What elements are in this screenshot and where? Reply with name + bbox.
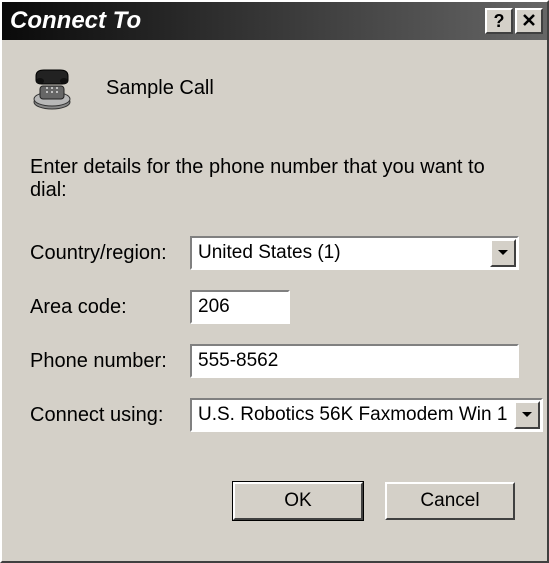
country-label: Country/region: bbox=[30, 242, 190, 265]
phone-icon bbox=[30, 64, 86, 112]
connection-name: Sample Call bbox=[106, 77, 214, 100]
close-icon bbox=[522, 11, 536, 32]
ok-button[interactable]: OK bbox=[233, 482, 363, 520]
dialog-window: Connect To ? bbox=[0, 0, 549, 563]
help-icon: ? bbox=[494, 11, 505, 32]
phone-row: Phone number: bbox=[30, 344, 519, 378]
phone-label: Phone number: bbox=[30, 350, 190, 373]
button-row: OK Cancel bbox=[30, 482, 519, 520]
cancel-button[interactable]: Cancel bbox=[385, 482, 515, 520]
chevron-down-icon bbox=[521, 406, 533, 424]
connect-label: Connect using: bbox=[30, 404, 190, 427]
area-row: Area code: bbox=[30, 290, 519, 324]
country-select[interactable]: United States (1) bbox=[190, 236, 519, 270]
area-code-input[interactable] bbox=[190, 290, 290, 324]
country-dropdown-button[interactable] bbox=[490, 239, 516, 267]
connection-header: Sample Call bbox=[30, 64, 519, 112]
connect-dropdown-button[interactable] bbox=[514, 401, 540, 429]
phone-number-input[interactable] bbox=[190, 344, 519, 378]
instruction-text: Enter details for the phone number that … bbox=[30, 156, 519, 202]
dialog-content: Sample Call Enter details for the phone … bbox=[2, 40, 547, 561]
connect-value: U.S. Robotics 56K Faxmodem Win 1 bbox=[192, 400, 513, 430]
connect-using-select[interactable]: U.S. Robotics 56K Faxmodem Win 1 bbox=[190, 398, 543, 432]
close-button[interactable] bbox=[515, 8, 543, 34]
country-value: United States (1) bbox=[192, 238, 489, 268]
titlebar: Connect To ? bbox=[2, 2, 547, 40]
country-row: Country/region: United States (1) bbox=[30, 236, 519, 270]
area-label: Area code: bbox=[30, 296, 190, 319]
connect-row: Connect using: U.S. Robotics 56K Faxmode… bbox=[30, 398, 519, 432]
help-button[interactable]: ? bbox=[485, 8, 513, 34]
chevron-down-icon bbox=[497, 244, 509, 262]
window-title: Connect To bbox=[10, 7, 483, 35]
